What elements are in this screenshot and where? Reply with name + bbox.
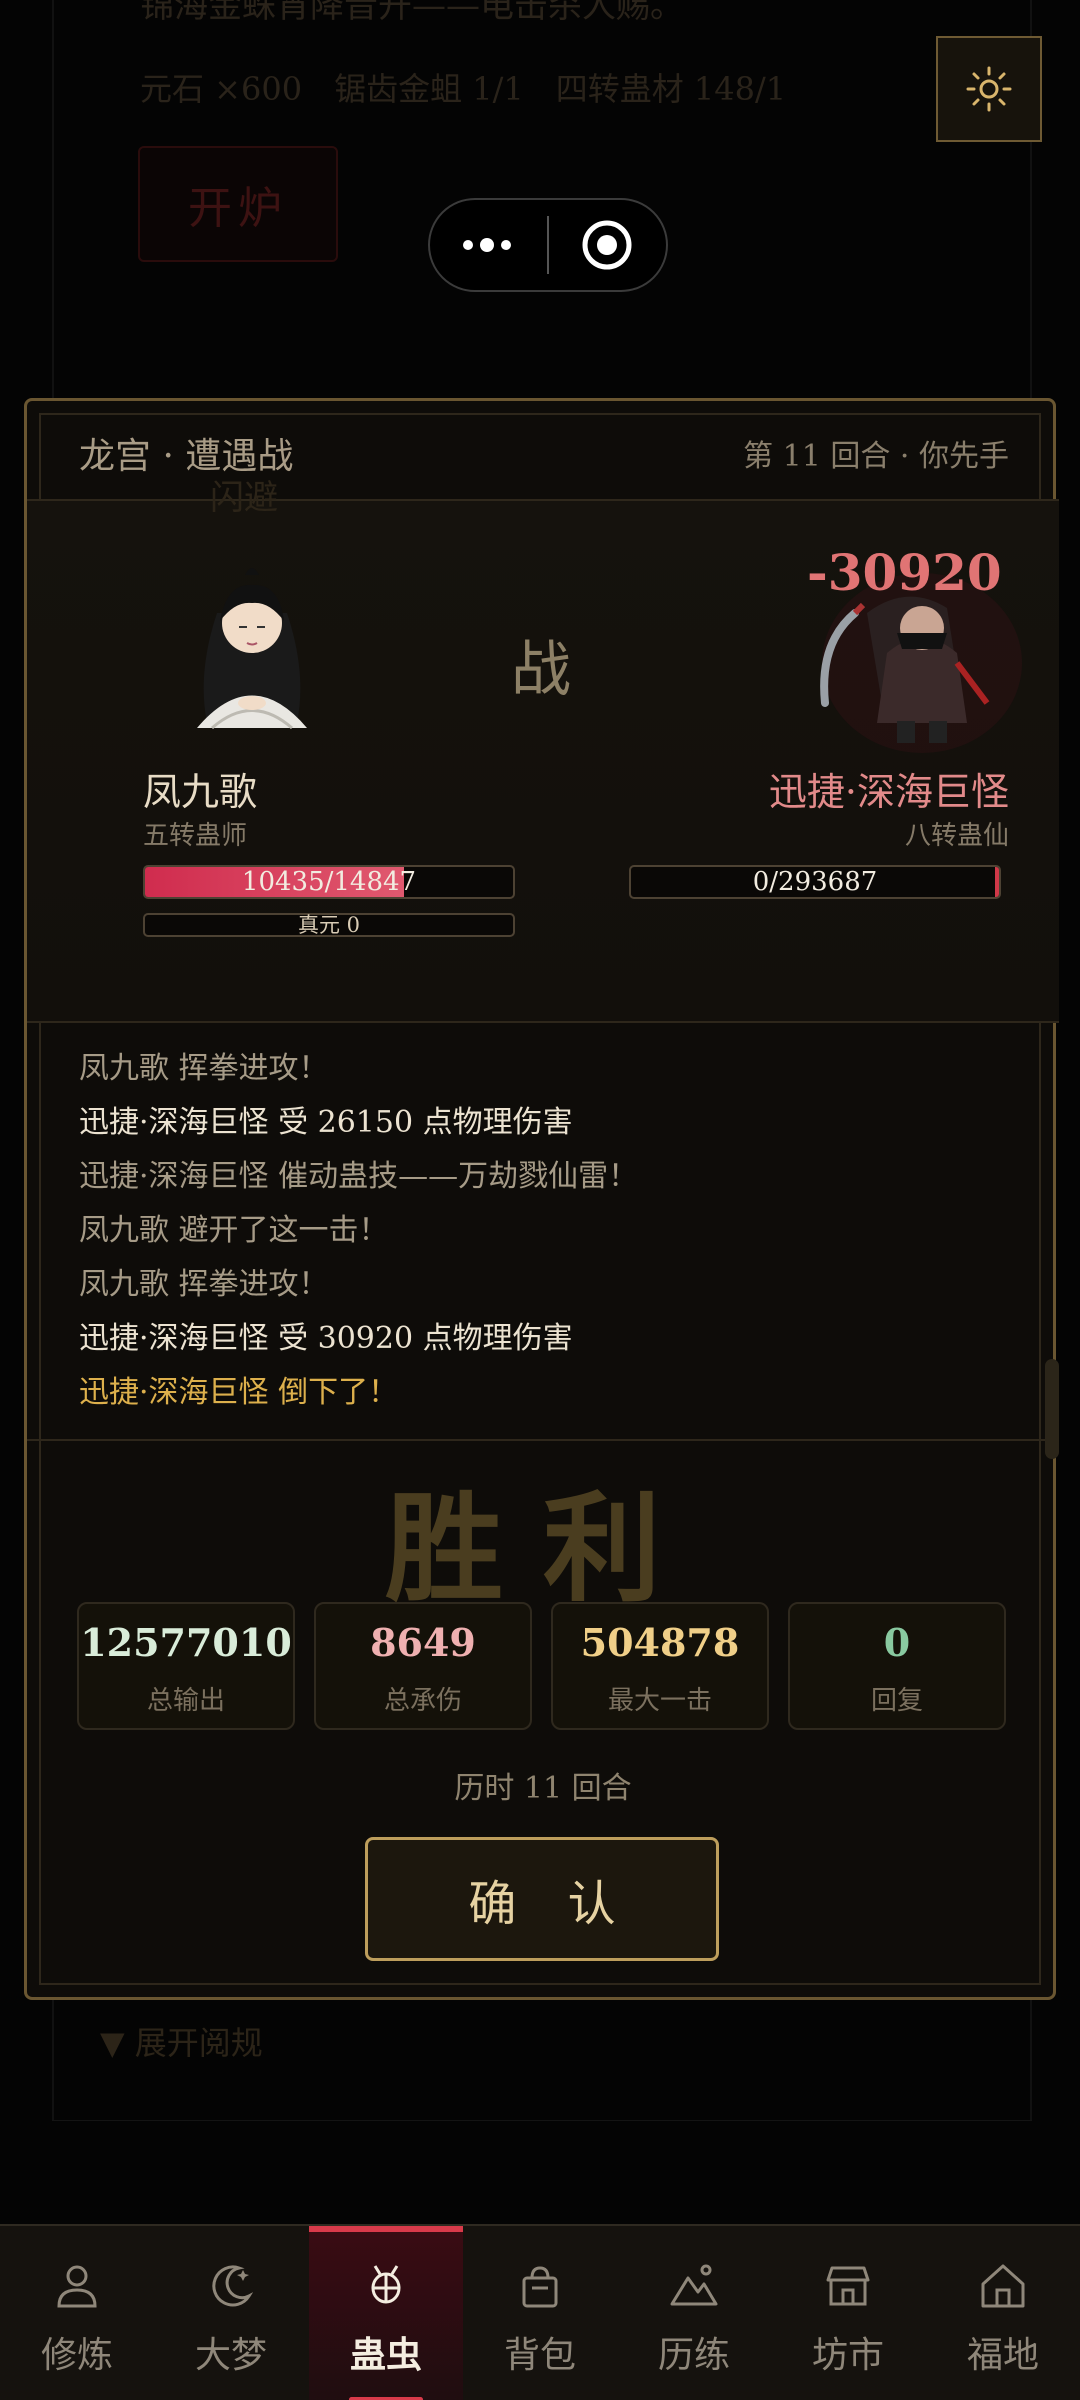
tab-label: 修炼 bbox=[40, 2335, 113, 2376]
enemy-hp-text: 0/293687 bbox=[752, 867, 878, 897]
bg-expand-link: ▼ 展开阅规 bbox=[100, 2024, 263, 2062]
log-line: 凤九歌 挥拳进攻！ bbox=[79, 1051, 329, 1086]
stat-damage-taken: 8649 总承伤 bbox=[314, 1602, 532, 1730]
sun-icon bbox=[966, 66, 1012, 112]
bg-materials: 元石 ×600 锯齿金蛆 1/1 四转蛊材 148/1 bbox=[140, 70, 787, 108]
battle-header: 龙宫 · 遭遇战 第 11 回合 · 你先手 bbox=[27, 401, 1059, 501]
shop-icon bbox=[826, 2266, 870, 2306]
tab-label: 蛊虫 bbox=[349, 2334, 422, 2376]
tab-bag[interactable]: 背包 bbox=[463, 2226, 617, 2400]
tab-cultivate[interactable]: 修炼 bbox=[0, 2226, 154, 2400]
stat-max-hit: 504878 最大一击 bbox=[551, 1602, 769, 1730]
enemy-hp-bar: 0/293687 bbox=[629, 865, 1001, 899]
stat-heal: 0 回复 bbox=[788, 1602, 1006, 1730]
vs-label: 战 bbox=[511, 635, 571, 705]
stat-value: 504878 bbox=[580, 1620, 740, 1665]
mountain-icon bbox=[670, 2264, 718, 2306]
stat-value: 0 bbox=[883, 1620, 911, 1665]
stat-label: 回复 bbox=[870, 1686, 923, 1716]
log-line: 凤九歌 避开了这一击！ bbox=[79, 1213, 389, 1248]
battle-arena: 战 -30920 凤九歌 五转蛊师 迅捷·深海巨怪 八转蛊仙 10435/148… bbox=[27, 501, 1059, 1023]
stat-total-damage: 12577010 总输出 bbox=[77, 1602, 295, 1730]
stat-label: 最大一击 bbox=[607, 1686, 712, 1716]
player-mp-bar: 真元 0 bbox=[143, 913, 515, 937]
tab-label: 福地 bbox=[966, 2335, 1039, 2376]
home-icon bbox=[981, 2264, 1025, 2308]
tab-gu-insects[interactable]: 蛊虫 bbox=[309, 2226, 463, 2400]
victory-title: 胜利 bbox=[384, 1479, 701, 1618]
stat-value: 8649 bbox=[370, 1620, 476, 1665]
bag-icon bbox=[522, 2266, 558, 2308]
battle-log[interactable]: 凤九歌 挥拳进攻！ 迅捷·深海巨怪 受 26150 点物理伤害 迅捷·深海巨怪 … bbox=[27, 1023, 1059, 1459]
enemy-name: 迅捷·深海巨怪 bbox=[768, 770, 1009, 814]
tab-label: 背包 bbox=[503, 2335, 576, 2376]
player-rank: 五转蛊师 bbox=[143, 821, 248, 851]
log-line: 迅捷·深海巨怪 受 30920 点物理伤害 bbox=[79, 1321, 573, 1356]
tab-label: 大梦 bbox=[194, 2335, 267, 2376]
log-line: 迅捷·深海巨怪 催动蛊技——万劫戮仙雷！ bbox=[79, 1159, 639, 1194]
tab-market[interactable]: 坊市 bbox=[771, 2226, 925, 2400]
player-hp-text: 10435/14847 bbox=[241, 867, 417, 897]
rounds-summary: 历时 11 回合 bbox=[454, 1771, 632, 1806]
tab-dream[interactable]: 大梦 bbox=[154, 2226, 308, 2400]
target-icon bbox=[582, 220, 632, 270]
log-line: 凤九歌 挥拳进攻！ bbox=[79, 1267, 329, 1302]
stat-label: 总输出 bbox=[146, 1686, 225, 1716]
close-miniprogram-button[interactable] bbox=[549, 200, 666, 290]
player-hp-bar: 10435/14847 bbox=[143, 865, 515, 899]
player-avatar bbox=[197, 568, 307, 730]
battle-result: 胜利 12577010 总输出 8649 总承伤 504878 最大一击 0 回… bbox=[27, 1441, 1059, 2001]
bug-icon bbox=[371, 2265, 401, 2304]
person-icon bbox=[57, 2265, 97, 2308]
tab-blessed-land[interactable]: 福地 bbox=[926, 2226, 1080, 2400]
stat-label: 总承伤 bbox=[383, 1686, 462, 1716]
battle-modal: 龙宫 · 遭遇战 第 11 回合 · 你先手 战 -30920 凤九歌 五转蛊师… bbox=[24, 398, 1059, 2001]
settings-button[interactable] bbox=[936, 36, 1042, 142]
round-info: 第 11 回合 · 你先手 bbox=[743, 439, 1009, 474]
player-mp-text: 真元 0 bbox=[297, 913, 361, 937]
bg-start-furnace-button: 开炉 bbox=[138, 146, 338, 262]
bg-dodge-label: 闪避 bbox=[210, 478, 278, 518]
moon-icon bbox=[212, 2265, 254, 2307]
stat-value: 12577010 bbox=[80, 1620, 292, 1665]
bottom-tab-bar: 修炼 大梦 蛊虫 背包 历练 坊市 福地 bbox=[0, 2224, 1080, 2400]
player-name: 凤九歌 bbox=[143, 770, 258, 814]
enemy-rank: 八转蛊仙 bbox=[904, 821, 1009, 851]
more-dots-icon bbox=[462, 238, 511, 252]
active-tab-indicator bbox=[309, 2226, 463, 2232]
page: 锦海金蛛宵降音开——电击杀人赐。 元石 ×600 锯齿金蛆 1/1 四转蛊材 1… bbox=[0, 0, 1080, 2400]
more-button[interactable] bbox=[430, 200, 547, 290]
confirm-button[interactable]: 确 认 bbox=[365, 1837, 719, 1961]
log-line: 迅捷·深海巨怪 受 26150 点物理伤害 bbox=[79, 1105, 573, 1140]
tab-label: 历练 bbox=[657, 2335, 730, 2376]
tab-training[interactable]: 历练 bbox=[617, 2226, 771, 2400]
miniprogram-capsule bbox=[428, 198, 668, 292]
bg-description: 锦海金蛛宵降音开——电击杀人赐。 bbox=[140, 0, 684, 26]
log-line: 迅捷·深海巨怪 倒下了！ bbox=[79, 1375, 399, 1410]
tab-label: 坊市 bbox=[811, 2335, 884, 2376]
damage-number: -30920 bbox=[807, 543, 1002, 602]
